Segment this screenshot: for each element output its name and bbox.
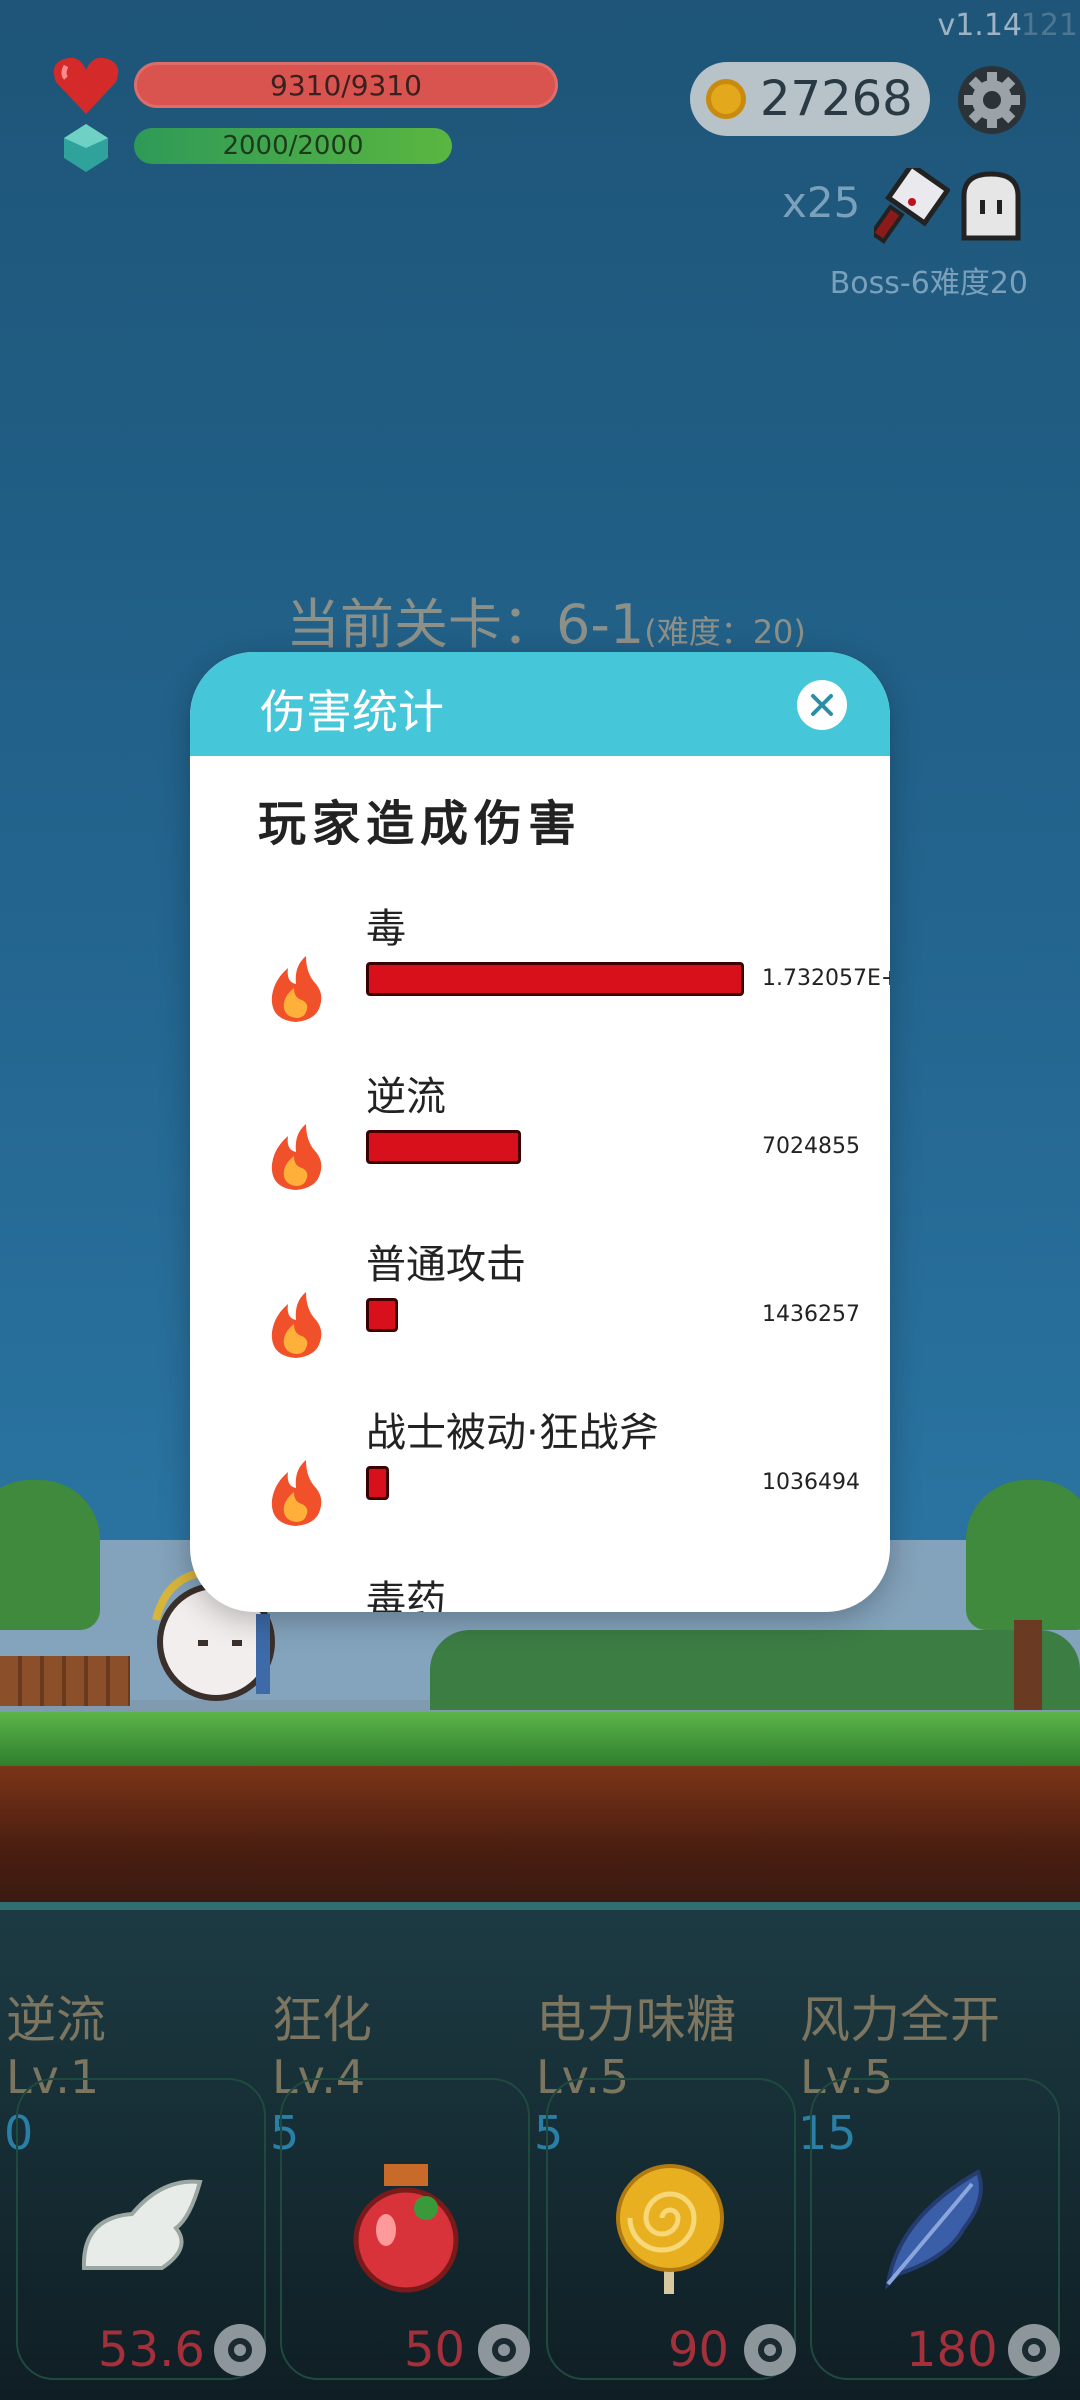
- close-button[interactable]: [797, 680, 847, 730]
- kill-multiplier: x25: [782, 178, 861, 227]
- close-icon: [811, 694, 833, 716]
- fence: [0, 1656, 130, 1706]
- damage-bar: [366, 1130, 521, 1164]
- damage-source-label: 逆流: [366, 1074, 446, 1120]
- skill-cost: 180: [906, 2322, 998, 2378]
- skill-name: 电力味糖: [536, 1991, 736, 2049]
- grass-ground: [0, 1712, 1080, 1766]
- hp-bar: 9310/9310: [134, 62, 558, 108]
- damage-value: 1036494: [762, 1470, 860, 1495]
- skill-cost: 53.6: [98, 2322, 205, 2378]
- tree-trunk: [1014, 1620, 1042, 1710]
- dialog-title: 伤害统计: [260, 685, 444, 739]
- coin-counter: 27268: [690, 62, 930, 136]
- damage-row: 普通攻击 1436257: [190, 1232, 890, 1392]
- fire-icon: [271, 1124, 322, 1190]
- potion-icon: [353, 2164, 459, 2293]
- damage-value: 7024855: [762, 1134, 860, 1159]
- skill-cost: 90: [668, 2322, 730, 2378]
- bushes-scenery: [430, 1630, 1080, 1710]
- upgrade-cog-icon[interactable]: [208, 2318, 272, 2382]
- damage-row: 战士被动·狂战斧 1036494: [190, 1400, 890, 1560]
- damage-source-label: 战士被动·狂战斧: [366, 1410, 659, 1456]
- damage-row: 毒药: [190, 1568, 890, 1612]
- current-stage-label: 当前关卡：6-1(难度：20): [286, 580, 806, 659]
- mana-crystal-icon: [64, 124, 108, 172]
- skill-name: 逆流: [6, 1991, 106, 2049]
- feather-icon: [885, 2169, 983, 2290]
- skill-name: 风力全开: [800, 1991, 1000, 2049]
- damage-bar: [366, 1298, 398, 1332]
- boss-difficulty-label: Boss-6难度20: [829, 266, 1028, 301]
- coin-icon: [706, 79, 746, 119]
- stage-difficulty: (难度：20): [644, 613, 806, 651]
- upgrade-cog-icon[interactable]: [738, 2318, 802, 2382]
- tree-right: [966, 1480, 1080, 1630]
- damage-source-label: 普通攻击: [366, 1242, 526, 1288]
- dirt-ground: [0, 1766, 1080, 1902]
- skill-cost: 50: [404, 2322, 466, 2378]
- damage-stats-dialog: 伤害统计 玩家造成伤害 毒 1.732057E+ 逆流 7024855 普通攻击…: [190, 652, 890, 1612]
- upgrade-cog-icon[interactable]: [1002, 2318, 1066, 2382]
- version-extra: 121: [1020, 8, 1078, 43]
- cleaver-icon: [874, 168, 950, 244]
- section-title: 玩家造成伤害: [258, 796, 583, 852]
- mana-bar: 2000/2000: [134, 128, 452, 164]
- version-label: v1.14: [937, 8, 1022, 43]
- damage-row: 毒 1.732057E+: [190, 896, 890, 1056]
- heart-icon: [53, 57, 119, 114]
- damage-source-label: 毒: [366, 906, 406, 952]
- panel-divider: [0, 1902, 1080, 1910]
- dialog-header: 伤害统计: [190, 652, 890, 756]
- coin-value: 27268: [760, 71, 913, 127]
- upgrade-cog-icon[interactable]: [472, 2318, 536, 2382]
- lollipop-icon: [616, 2164, 724, 2294]
- stage-text: 当前关卡：6-1: [286, 593, 645, 656]
- settings-gear-icon[interactable]: [956, 64, 1028, 136]
- damage-bar: [366, 1466, 389, 1500]
- skill-name: 狂化: [272, 1991, 372, 2049]
- damage-bar: [366, 962, 744, 996]
- ghost-boss-icon: [961, 171, 1021, 241]
- fire-icon: [271, 1460, 322, 1526]
- damage-source-label: 毒药: [366, 1578, 446, 1612]
- damage-row: 逆流 7024855: [190, 1064, 890, 1224]
- fire-icon: [271, 1292, 322, 1358]
- damage-value: 1.732057E+: [762, 966, 890, 991]
- tree-left: [0, 1480, 100, 1630]
- damage-value: 1436257: [762, 1302, 860, 1327]
- fire-icon: [271, 956, 322, 1022]
- wing-icon: [81, 2179, 203, 2270]
